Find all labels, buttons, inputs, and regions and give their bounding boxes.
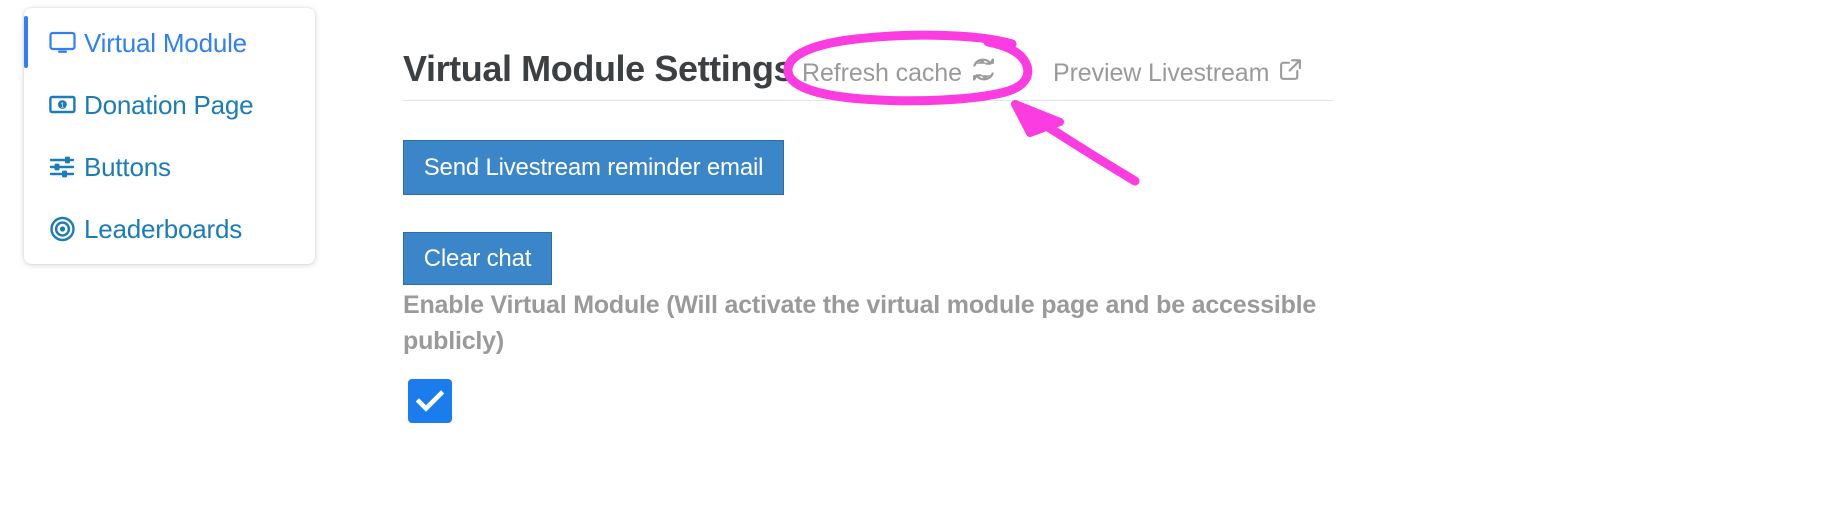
sidebar-item-donation-page[interactable]: 1 Donation Page [24,74,315,136]
monitor-icon [49,31,79,55]
external-link-icon [1278,57,1303,89]
app-root: Virtual Module 1 Donation Page Buttons L… [0,0,1836,520]
enable-virtual-module-checkbox[interactable] [408,379,452,423]
sidebar-item-buttons[interactable]: Buttons [24,136,315,198]
check-icon [415,390,445,412]
sidebar-item-label: Donation Page [84,89,254,120]
sync-icon [971,57,996,89]
clear-chat-button[interactable]: Clear chat [403,232,552,285]
sidebar-item-virtual-module[interactable]: Virtual Module [24,12,315,74]
arrow-shaft [1023,109,1140,186]
svg-text:1: 1 [60,103,64,110]
enable-virtual-module-label: Enable Virtual Module (Will activate the… [403,291,1317,355]
send-livestream-reminder-button[interactable]: Send Livestream reminder email [403,140,784,195]
refresh-cache-label: Refresh cache [802,58,962,87]
header-divider [403,100,1333,101]
preview-livestream-label: Preview Livestream [1053,58,1270,87]
sidebar-item-label: Leaderboards [84,213,243,244]
preview-livestream-link[interactable]: Preview Livestream [1053,57,1303,89]
sidebar-item-leaderboards[interactable]: Leaderboards [24,198,315,260]
sidebar-item-label: Virtual Module [84,27,247,58]
banknote-icon: 1 [49,94,79,116]
page-title: Virtual Module Settings [403,48,794,89]
target-icon [49,216,79,242]
sidebar-item-label: Buttons [84,151,171,182]
arrow-head [1011,100,1064,137]
refresh-cache-link[interactable]: Refresh cache [802,57,996,89]
sliders-icon [49,155,79,179]
sidebar-nav: Virtual Module 1 Donation Page Buttons L… [24,8,315,264]
